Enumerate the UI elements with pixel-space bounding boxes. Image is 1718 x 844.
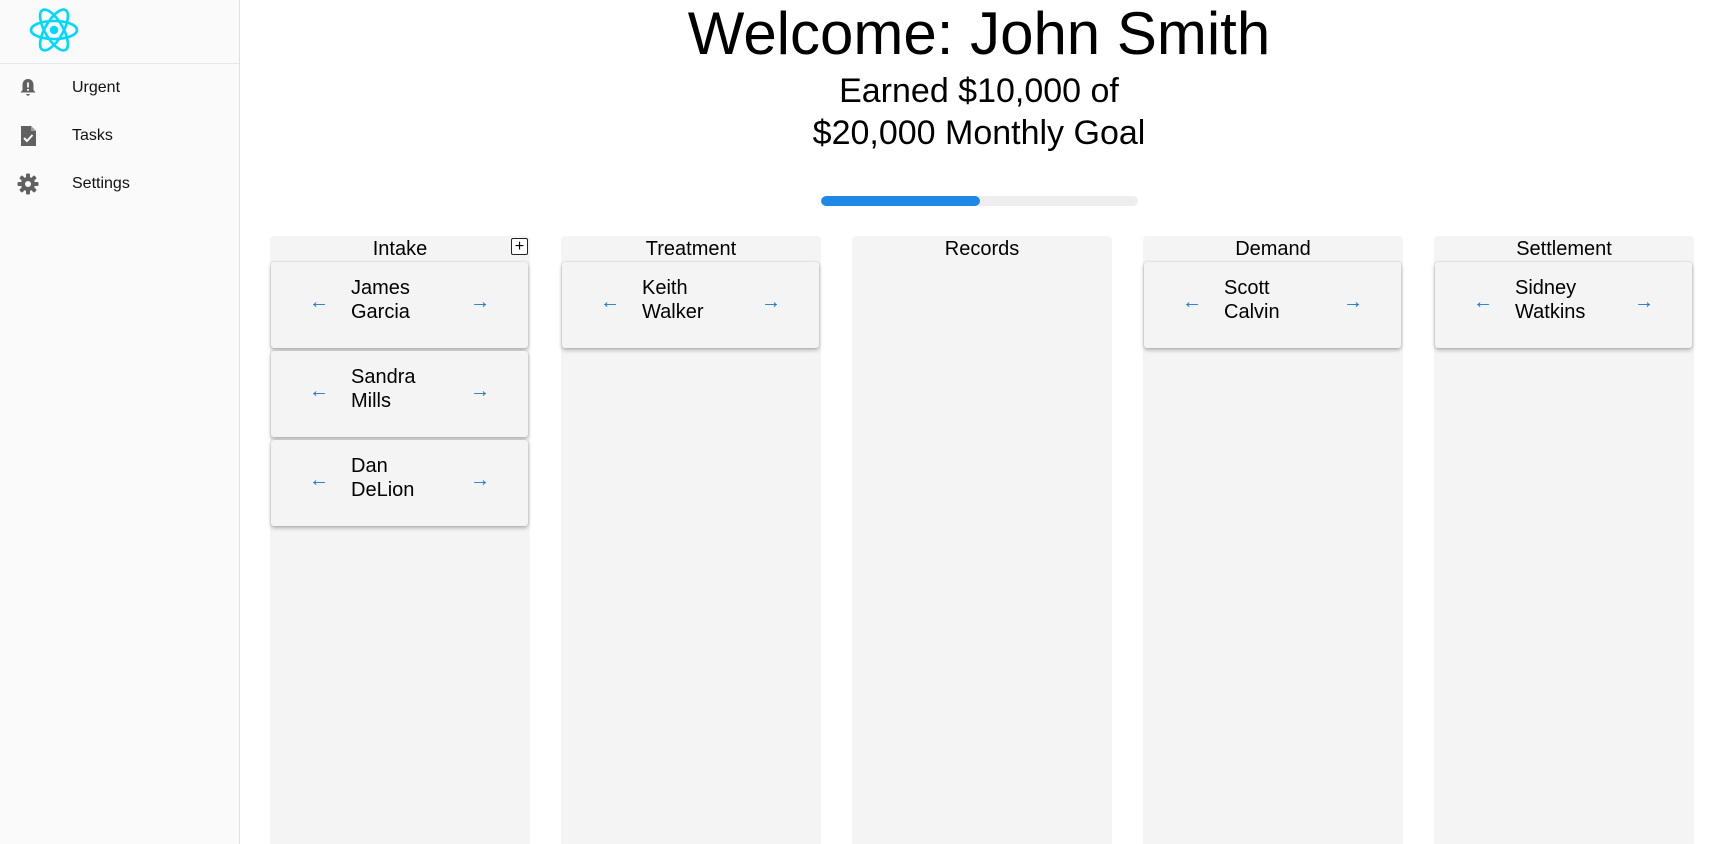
sidebar: Urgent Tasks Settings: [0, 0, 240, 844]
column-title-text: Treatment: [645, 238, 737, 260]
sidebar-item-label: Tasks: [72, 127, 113, 144]
add-card-button[interactable]: +: [511, 238, 528, 255]
sidebar-item-tasks[interactable]: Tasks: [0, 112, 239, 160]
move-right-arrow-icon[interactable]: →: [761, 290, 781, 314]
task-document-icon: [17, 125, 39, 147]
column-demand: Demand ← Scott Calvin →: [1143, 236, 1403, 844]
column-title: Treatment: [561, 236, 821, 261]
case-card[interactable]: ← Dan DeLion →: [271, 440, 528, 526]
column-title-text: Settlement: [1516, 238, 1612, 260]
move-right-arrow-icon[interactable]: →: [1634, 290, 1654, 314]
logo-area: [0, 0, 239, 64]
client-name: Sandra Mills: [351, 366, 416, 412]
goal-progress-fill: [821, 196, 980, 206]
react-logo-icon[interactable]: [28, 6, 80, 54]
move-right-arrow-icon[interactable]: →: [470, 468, 490, 492]
case-card[interactable]: ← Sidney Watkins →: [1435, 262, 1692, 348]
move-right-arrow-icon[interactable]: →: [470, 290, 490, 314]
column-title-text: Records: [944, 238, 1020, 260]
main-content: Welcome: John Smith Earned $10,000 of $2…: [240, 0, 1718, 844]
case-card[interactable]: ← Sandra Mills →: [271, 351, 528, 437]
move-left-arrow-icon[interactable]: ←: [600, 290, 620, 314]
client-name: Sidney Watkins: [1515, 277, 1586, 323]
column-treatment: Treatment ← Keith Walker →: [561, 236, 821, 844]
move-left-arrow-icon[interactable]: ←: [1473, 290, 1493, 314]
column-title-text: Demand: [1235, 238, 1311, 260]
move-left-arrow-icon[interactable]: ←: [309, 379, 329, 403]
move-right-arrow-icon[interactable]: →: [1343, 290, 1363, 314]
column-title: Intake +: [270, 236, 530, 261]
sidebar-item-label: Settings: [72, 175, 130, 192]
client-name: Scott Calvin: [1224, 277, 1280, 323]
column-records: Records: [852, 236, 1112, 844]
column-title: Demand: [1143, 236, 1403, 261]
column-settlement: Settlement ← Sidney Watkins →: [1434, 236, 1694, 844]
case-card[interactable]: ← Keith Walker →: [562, 262, 819, 348]
column-title: Settlement: [1434, 236, 1694, 261]
move-left-arrow-icon[interactable]: ←: [309, 290, 329, 314]
sidebar-item-settings[interactable]: Settings: [0, 160, 239, 208]
column-title-text: Intake: [372, 238, 428, 260]
move-right-arrow-icon[interactable]: →: [470, 379, 490, 403]
sidebar-item-label: Urgent: [72, 79, 121, 96]
bell-alert-icon: [17, 77, 39, 99]
goal-status-text: Earned $10,000 of $20,000 Monthly Goal: [812, 72, 1146, 152]
gear-icon: [17, 173, 39, 195]
goal-progress-bar: [821, 196, 1138, 206]
page-title: Welcome: John Smith: [687, 0, 1271, 67]
move-left-arrow-icon[interactable]: ←: [1182, 290, 1202, 314]
client-name: Dan DeLion: [351, 455, 415, 501]
case-card[interactable]: ← Scott Calvin →: [1144, 262, 1401, 348]
client-name: James Garcia: [351, 277, 410, 323]
sidebar-item-urgent[interactable]: Urgent: [0, 64, 239, 112]
case-card[interactable]: ← James Garcia →: [271, 262, 528, 348]
client-name: Keith Walker: [642, 277, 704, 323]
column-intake: Intake + ← James Garcia → ← Sandra Mills → ← Dan …: [270, 236, 530, 844]
column-title: Records: [852, 236, 1112, 261]
move-left-arrow-icon[interactable]: ←: [309, 468, 329, 492]
